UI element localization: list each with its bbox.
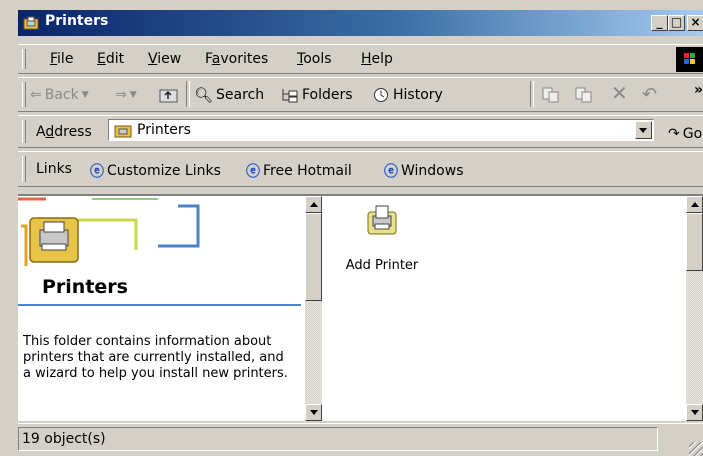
address-dropdown-button[interactable] [635,121,652,139]
scroll-thumb[interactable] [305,213,322,301]
scroll-up-arrow[interactable] [686,196,703,213]
delete-button[interactable]: ✕ [611,81,628,105]
status-bar: 19 object(s) [18,423,703,456]
toolbar-separator [186,81,190,107]
scroll-up-arrow[interactable] [305,196,322,213]
minimize-icon: _ [656,15,663,29]
back-arrow-icon: ⇐ [30,87,42,103]
chevron-down-icon: ▼ [129,90,137,100]
links-bar: Links ⓔ Customize Links ⓔ Free Hotmail ⓔ… [18,151,703,187]
link-customize-links[interactable]: ⓔ Customize Links [90,160,221,182]
printer-folder-icon [23,15,39,30]
scroll-down-arrow[interactable] [686,404,703,421]
toolbar-separator [530,81,534,107]
menu-favorites[interactable]: Favorites [205,51,268,67]
menu-grip [22,49,26,69]
maximize-button[interactable]: □ [668,15,685,31]
resize-grip[interactable] [689,442,703,456]
menu-edit[interactable]: Edit [97,51,124,67]
menu-tools[interactable]: Tools [297,51,332,67]
add-printer-label: Add Printer [345,258,419,273]
close-icon: × [690,15,701,29]
folders-button[interactable]: Folders [281,84,353,106]
chevron-down-icon: ▼ [81,90,89,100]
pane-heading-rule [18,304,301,306]
minimize-button[interactable]: _ [651,15,668,31]
toolbar-grip [22,82,26,107]
window-title: Printers [45,13,109,29]
link-free-hotmail[interactable]: ⓔ Free Hotmail [246,160,352,182]
go-arrow-icon: ↷ [668,126,680,142]
toolbar-overflow-chevron[interactable]: » [694,82,703,98]
add-printer-item[interactable]: Add Printer [339,202,425,273]
folders-icon [282,89,298,103]
content-area: Printers This folder contains informatio… [18,194,703,421]
undo-icon: ↶ [642,83,658,105]
address-grip [22,120,26,143]
search-icon: 🔍︎ [194,86,214,104]
address-input[interactable]: Printers [108,119,654,141]
back-button[interactable]: ⇐ Back ▼ [30,84,89,106]
standard-toolbar: ⇐ Back ▼ ⇒ ▼ 🔍︎ Search Folders History ✕… [18,77,703,112]
links-label: Links [36,161,72,177]
link-windows[interactable]: ⓔ Windows [384,160,464,182]
close-button[interactable]: × [687,15,703,31]
printers-banner-graphic [18,196,218,278]
copy-to-icon [575,87,592,103]
menu-bar: File Edit View Favorites Tools Help [18,44,703,74]
ie-page-icon: ⓔ [384,164,398,180]
ie-page-icon: ⓔ [246,164,260,180]
copy-to-button[interactable] [574,84,594,106]
links-grip [22,156,26,182]
undo-button[interactable]: ↶ [642,83,657,105]
main-scrollbar[interactable] [686,196,703,421]
pane-description: This folder contains information about p… [23,334,288,381]
status-text: 19 object(s) [18,427,658,451]
address-label: Address [36,124,92,140]
address-bar: Address Printers ↷ Go [18,115,703,148]
menu-file[interactable]: File [50,51,73,67]
web-view-pane: Printers This folder contains informatio… [18,196,301,421]
pane-heading: Printers [42,276,128,298]
menu-help[interactable]: Help [361,51,393,67]
title-bar[interactable]: Printers _ □ × [18,10,703,36]
up-folder-icon [159,89,178,103]
scroll-thumb[interactable] [686,213,703,271]
history-button[interactable]: History [372,84,443,106]
go-button[interactable]: ↷ Go [668,123,702,145]
move-to-icon [542,87,559,103]
search-button[interactable]: 🔍︎ Search [194,84,264,106]
history-icon [374,88,388,102]
left-pane-scrollbar[interactable] [305,196,322,421]
forward-button[interactable]: ⇒ ▼ [115,84,137,106]
printer-folder-icon [114,125,132,137]
forward-arrow-icon: ⇒ [115,87,127,103]
move-to-button[interactable] [541,84,561,106]
maximize-icon: □ [670,15,683,29]
ie-page-icon: ⓔ [90,164,104,180]
menu-view[interactable]: View [148,51,181,67]
scroll-down-arrow[interactable] [305,404,322,421]
windows-logo [676,47,703,72]
up-folder-button[interactable] [159,84,179,106]
add-printer-icon [367,205,397,235]
delete-x-icon: ✕ [611,81,628,105]
